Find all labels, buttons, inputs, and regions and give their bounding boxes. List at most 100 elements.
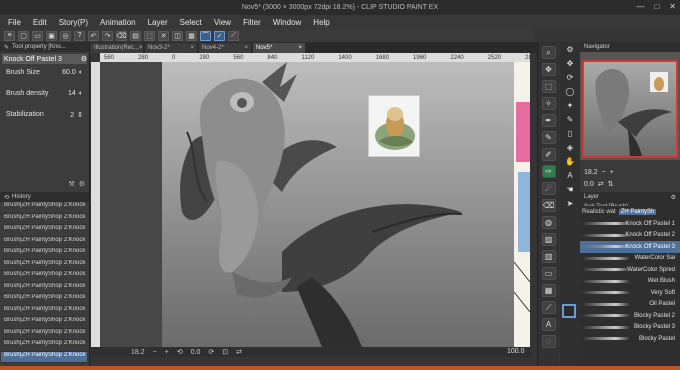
canvas-artwork[interactable] bbox=[162, 62, 514, 347]
close-icon[interactable]: × bbox=[244, 45, 248, 51]
zoom-icon[interactable]: ⌕ bbox=[541, 46, 556, 59]
brush-category[interactable]: Realistic wat bbox=[582, 209, 616, 215]
open-folder-icon[interactable]: ▭ bbox=[32, 30, 43, 41]
fit-icon[interactable]: ⊡ bbox=[222, 348, 228, 356]
ruler-icon[interactable]: ⟋ bbox=[541, 301, 556, 314]
list-item[interactable]: Brush(ZH PaintyShop 2:Knock Off Pastel 3… bbox=[1, 351, 87, 363]
list-item[interactable]: Brush(ZH PaintyShop 2:Knock Off Pastel 3… bbox=[1, 248, 87, 260]
fill-icon[interactable]: ▤ bbox=[130, 30, 141, 41]
fill-icon[interactable]: ▨ bbox=[541, 233, 556, 246]
settings-icon[interactable]: ⚙ bbox=[81, 55, 87, 63]
zoom-value[interactable]: 18.2 bbox=[131, 349, 145, 356]
undo-icon[interactable]: ↶ bbox=[88, 30, 99, 41]
zoom-in-icon[interactable]: + bbox=[165, 349, 169, 356]
tab-illustration[interactable]: Illustration(Rec... × bbox=[91, 43, 143, 53]
list-item[interactable]: Brush(ZH PaintyShop 2:Knock Off Pastel 3… bbox=[1, 225, 87, 237]
zoom-out-icon[interactable]: − bbox=[602, 169, 606, 176]
menu-window[interactable]: Window bbox=[273, 18, 301, 27]
snap-special-ruler-icon[interactable]: ⌒ bbox=[200, 30, 211, 41]
tab-layer[interactable]: Layer bbox=[584, 194, 599, 200]
list-item[interactable]: Oil Pastel bbox=[580, 299, 680, 311]
menu-file[interactable]: File bbox=[8, 18, 21, 27]
help-icon[interactable]: ? bbox=[74, 30, 85, 41]
hand-icon[interactable]: ✋ bbox=[564, 157, 576, 168]
stepper-icon[interactable]: ⇕ bbox=[77, 111, 83, 119]
list-item[interactable]: Knock Off Pastel 1 bbox=[580, 218, 680, 230]
list-item[interactable]: WaterColor Sai bbox=[580, 253, 680, 265]
auto-select-icon[interactable]: ✧ bbox=[541, 97, 556, 110]
pressure-icon[interactable]: ◐ bbox=[79, 69, 83, 76]
wand-icon[interactable]: ✦ bbox=[564, 101, 576, 112]
list-item[interactable]: Brush(ZH PaintyShop 2:Knock Off Pastel 3… bbox=[1, 329, 87, 340]
list-item[interactable]: Brush(ZH PaintyShop 2:Knock Off Pastel 3… bbox=[1, 214, 87, 225]
rotate-icon[interactable]: ⟳ bbox=[564, 73, 576, 84]
brush-size-row[interactable]: Brush Size 60.0 ◐ bbox=[0, 66, 89, 87]
transform-icon[interactable]: ⬚ bbox=[144, 30, 155, 41]
text-icon[interactable]: A bbox=[564, 171, 576, 182]
main-color-swatch[interactable] bbox=[562, 304, 576, 318]
eyedropper-icon[interactable]: ✒ bbox=[541, 114, 556, 127]
figure-icon[interactable]: ▭ bbox=[541, 267, 556, 280]
close-icon[interactable]: × bbox=[190, 45, 194, 51]
eraser-icon[interactable]: ▯ bbox=[564, 129, 576, 140]
list-item[interactable]: Brush(ZH PaintyShop 2:Knock Off Pastel 3… bbox=[1, 202, 87, 214]
deselect-icon[interactable]: ✕ bbox=[158, 30, 169, 41]
menu-animation[interactable]: Animation bbox=[100, 18, 136, 27]
menu-icon[interactable]: ≡ bbox=[4, 30, 15, 41]
list-item[interactable]: Brush(ZH PaintyShop 2:Knock Off Pastel 3… bbox=[1, 294, 87, 306]
menu-edit[interactable]: Edit bbox=[33, 18, 47, 27]
zoom-in-icon[interactable]: + bbox=[610, 169, 614, 176]
list-item[interactable]: Knock Off Pastel 2 bbox=[580, 230, 680, 242]
snap-ruler-icon[interactable]: ▦ bbox=[186, 30, 197, 41]
selected-brush[interactable]: Knock Off Pastel 3 ⚙ bbox=[2, 54, 87, 64]
list-item[interactable]: Blocky Pastel 3 bbox=[580, 322, 680, 334]
brush-density-value[interactable]: 14 bbox=[68, 90, 76, 97]
list-item[interactable]: Very Soft bbox=[580, 287, 680, 299]
eraser-icon[interactable]: ⌫ bbox=[541, 199, 556, 212]
list-item[interactable]: WaterColor Spred bbox=[580, 264, 680, 276]
stabilization-row[interactable]: Stabilization 2 ⇕ bbox=[0, 108, 89, 129]
gradient-icon[interactable]: ▥ bbox=[541, 250, 556, 263]
list-item[interactable]: Brush(ZH PaintyShop 2:Knock Off Pastel 3… bbox=[1, 271, 87, 283]
gear-icon[interactable]: ⚙ bbox=[671, 194, 676, 201]
list-item[interactable]: Brush(ZH PaintyShop 2:Knock Off Pastel 3… bbox=[1, 260, 87, 271]
brush-group-tab[interactable]: ZH PaintySh bbox=[618, 209, 657, 215]
stabilization-value[interactable]: 2 bbox=[70, 112, 74, 119]
menu-view[interactable]: View bbox=[214, 18, 231, 27]
menu-filter[interactable]: Filter bbox=[243, 18, 261, 27]
maximize-icon[interactable]: □ bbox=[654, 2, 659, 11]
balloon-icon[interactable]: ◌ bbox=[541, 335, 556, 348]
pen-icon[interactable]: ✎ bbox=[541, 131, 556, 144]
flip-icon[interactable]: ⇄ bbox=[236, 348, 242, 356]
selection-icon[interactable]: ⬚ bbox=[541, 80, 556, 93]
list-item[interactable]: Knock Off Pastel 3 bbox=[580, 241, 680, 253]
settings-icon[interactable]: ⚙ bbox=[564, 45, 576, 56]
frame-icon[interactable]: ▦ bbox=[541, 284, 556, 297]
pointer-icon[interactable]: ➤ bbox=[564, 199, 576, 210]
list-item[interactable]: Blocky Pastel bbox=[580, 333, 680, 345]
save-icon[interactable]: ▣ bbox=[46, 30, 57, 41]
pencil-icon[interactable]: ✐ bbox=[541, 148, 556, 161]
close-icon[interactable]: ✕ bbox=[669, 2, 676, 11]
list-item[interactable]: Brush(ZH PaintyShop 2:Knock Off Pastel 3… bbox=[1, 340, 87, 352]
angle-value[interactable]: 0.0 bbox=[191, 349, 201, 356]
list-item[interactable]: Blocky Pastel 2 bbox=[580, 310, 680, 322]
move-icon[interactable]: ✥ bbox=[564, 59, 576, 70]
flip-horizontal-icon[interactable]: ⇄ bbox=[598, 180, 604, 188]
rotate-left-icon[interactable]: ⟲ bbox=[177, 348, 183, 356]
list-item[interactable]: Brush(ZH PaintyShop 2:Knock Off Pastel 3… bbox=[1, 306, 87, 317]
clip-studio-icon[interactable]: ◎ bbox=[60, 30, 71, 41]
list-item[interactable]: Brush(ZH PaintyShop 2:Knock Off Pastel 3… bbox=[1, 283, 87, 294]
close-icon[interactable]: × bbox=[298, 45, 302, 51]
airbrush-icon[interactable]: ☄ bbox=[541, 182, 556, 195]
snap-grid-icon[interactable]: ✓ bbox=[214, 30, 225, 41]
tab-nov3-2[interactable]: Nov3-2* × bbox=[145, 43, 197, 53]
zoom-out-icon[interactable]: − bbox=[153, 349, 157, 356]
clear-icon[interactable]: ⌫ bbox=[116, 30, 127, 41]
redo-icon[interactable]: ↷ bbox=[102, 30, 113, 41]
navigator-thumbnail[interactable] bbox=[582, 60, 678, 158]
navigator-zoom-value[interactable]: 18.2 bbox=[584, 169, 598, 176]
pen-icon[interactable]: ✎ bbox=[564, 115, 576, 126]
hand-icon[interactable]: ☚ bbox=[564, 185, 576, 196]
new-file-icon[interactable]: ▢ bbox=[18, 30, 29, 41]
